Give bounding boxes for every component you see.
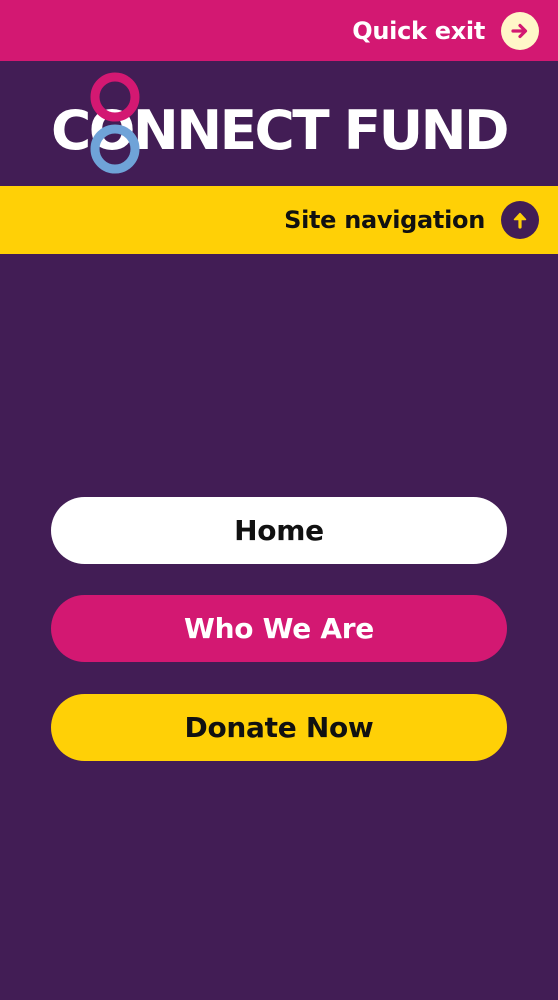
connect-fund-logo[interactable]: CONNECT FUND	[0, 61, 558, 186]
arrow-up-icon	[501, 201, 539, 239]
site-navigation-toggle[interactable]: Site navigation	[0, 186, 558, 254]
site-header: CONNECT FUND	[0, 61, 558, 186]
site-navigation-label: Site navigation	[284, 206, 485, 234]
quick-exit-label: Quick exit	[352, 16, 485, 45]
arrow-right-icon	[501, 11, 539, 50]
quick-exit-button[interactable]: Quick exit	[0, 0, 558, 61]
menu-item-who-we-are[interactable]: Who We Are	[51, 595, 507, 662]
menu-item-donate-now[interactable]: Donate Now	[51, 694, 507, 761]
menu-item-home[interactable]: Home	[51, 497, 507, 564]
